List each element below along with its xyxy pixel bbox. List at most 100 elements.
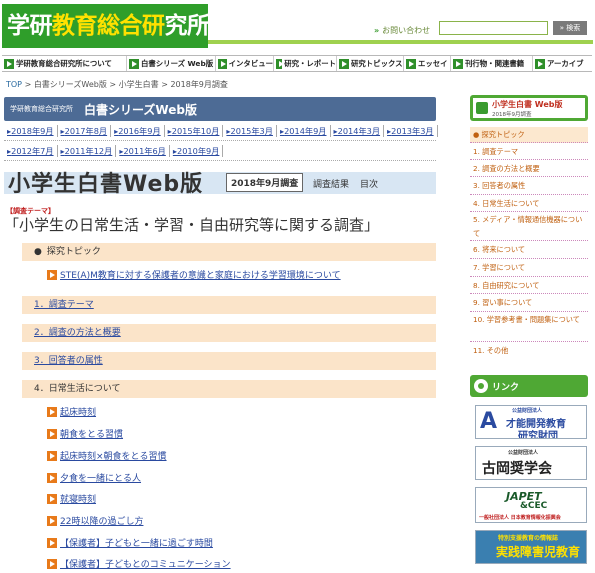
sidebar-item-3[interactable]: 3. 回答者の属性 bbox=[470, 177, 588, 195]
list-item[interactable]: 22時以降の過ごし方 bbox=[47, 514, 143, 527]
banner-sainou[interactable]: 公益財団法人 才能開発教育 研究財団 A bbox=[475, 405, 587, 439]
links-header: リンク bbox=[470, 375, 588, 397]
year-link[interactable]: ▸2012年7月 bbox=[4, 144, 58, 157]
year-links: ▸2018年9月 ▸2017年8月 ▸2016年9月 ▸2015年10月 ▸20… bbox=[4, 121, 438, 161]
sidebar-date: 2018年9月調査 bbox=[492, 112, 532, 118]
nav-label: 白書シリーズ Web版 bbox=[141, 59, 214, 68]
item-label: 夕食を一緒にとる人 bbox=[60, 474, 142, 484]
nav-interview[interactable]: インタビュー bbox=[216, 56, 274, 71]
nav-research-topics[interactable]: 研究トピックス bbox=[337, 56, 404, 71]
sidebar-item-1[interactable]: 1. 調査テーマ bbox=[470, 143, 588, 160]
list-item[interactable]: 就寝時刻 bbox=[47, 492, 96, 505]
search-input[interactable] bbox=[439, 21, 548, 35]
sidebar-item-6[interactable]: 6. 将来について bbox=[470, 241, 588, 259]
sidebar-item-topic[interactable]: ● 探究トピック bbox=[470, 127, 588, 143]
year-link[interactable]: ▸2013年3月 bbox=[384, 124, 438, 137]
banner-japet[interactable]: JAPET &CEC 一般社団法人 日本教育情報化振興会 bbox=[475, 487, 587, 523]
nav-arrow-icon bbox=[4, 58, 14, 69]
sidebar-item-2[interactable]: 2. 調査の方法と概要 bbox=[470, 160, 588, 177]
list-item[interactable]: 【保護者】子どもと一緒に過ごす時間 bbox=[47, 536, 213, 549]
nav-publications[interactable]: 刊行物・関連書籍 bbox=[451, 56, 533, 71]
series-org: 学研教育総合研究所 bbox=[10, 105, 73, 113]
contact-link[interactable]: » お問い合わせ bbox=[374, 25, 430, 36]
sidebar-item-8[interactable]: 8. 自由研究について bbox=[470, 277, 588, 294]
list-item[interactable]: 起床時刻×朝食をとる習慣 bbox=[47, 449, 167, 462]
list-item[interactable]: 【保護者】子どもとのコミュニケーション bbox=[47, 557, 231, 570]
toc-label: 目次 bbox=[360, 180, 379, 190]
sidebar-item-9[interactable]: 9. 習い事について bbox=[470, 294, 588, 312]
section-topic: 探究トピック bbox=[22, 243, 436, 261]
nav-about[interactable]: 学研教育総合研究所について bbox=[2, 56, 127, 71]
breadcrumb-top[interactable]: TOP bbox=[6, 80, 22, 89]
breadcrumb-separator: > bbox=[24, 80, 32, 89]
nav-arrow-icon bbox=[339, 58, 349, 69]
nav-arrow-icon bbox=[406, 58, 416, 69]
year-link[interactable]: ▸2015年10月 bbox=[165, 124, 224, 137]
nav-label: 刊行物・関連書籍 bbox=[465, 59, 525, 68]
page-title: 小学生白書Web版 bbox=[8, 172, 204, 197]
banner-cec-name: &CEC bbox=[520, 501, 548, 511]
banner-furuoka[interactable]: 公益財団法人 古岡奨学会 bbox=[475, 446, 587, 480]
logo-text-3: 研 bbox=[142, 13, 165, 39]
breadcrumb-shogakusei[interactable]: 小学生白書 bbox=[119, 80, 159, 89]
year-link[interactable]: ▸2014年9月 bbox=[277, 124, 331, 137]
link-icon bbox=[474, 379, 488, 393]
item-label: 【保護者】子どもとのコミュニケーション bbox=[60, 560, 231, 570]
section-2[interactable]: 2．調査の方法と概要 bbox=[22, 324, 436, 342]
section-1[interactable]: 1．調査テーマ bbox=[22, 296, 436, 314]
arrow-icon bbox=[47, 515, 57, 526]
breadcrumb-white-paper[interactable]: 白書シリーズWeb版 bbox=[34, 80, 107, 89]
nav-essay[interactable]: エッセイ bbox=[404, 56, 451, 71]
sidebar-item-7[interactable]: 7. 学習について bbox=[470, 259, 588, 277]
nav-archive[interactable]: アーカイブ bbox=[533, 56, 592, 71]
banner-jissen-sub: 特別支援教育の情報誌 bbox=[498, 535, 559, 542]
sidebar-item-4[interactable]: 4. 日常生活について bbox=[470, 195, 588, 212]
book-icon bbox=[476, 102, 488, 114]
nav-label: インタビュー bbox=[228, 59, 273, 68]
logo-text-4: 究所 bbox=[164, 13, 209, 39]
nav-research-report[interactable]: 研究・レポート bbox=[274, 56, 337, 71]
logo-text-2: 教育総合 bbox=[52, 13, 143, 39]
survey-theme: 「小学生の日常生活・学習・自由研究等に関する調査」 bbox=[4, 216, 380, 234]
arrow-icon bbox=[47, 493, 57, 504]
sidebar-item-5[interactable]: 5. メディア・情報通信機器について bbox=[470, 212, 588, 241]
item-label: 起床時刻×朝食をとる習慣 bbox=[60, 452, 167, 462]
nav-arrow-icon bbox=[129, 58, 139, 69]
year-link[interactable]: ▸2010年9月 bbox=[170, 144, 224, 157]
sidebar-item-11[interactable]: 11. その他 bbox=[470, 342, 588, 360]
arrow-icon bbox=[47, 406, 57, 417]
list-item[interactable]: 起床時刻 bbox=[47, 405, 96, 418]
header-accent-bar bbox=[208, 40, 593, 44]
year-link[interactable]: ▸2016年9月 bbox=[111, 124, 165, 137]
arrow-icon bbox=[47, 450, 57, 461]
item-label: 就寝時刻 bbox=[60, 495, 97, 505]
year-link[interactable]: ▸2015年3月 bbox=[223, 124, 277, 137]
nav-label: エッセイ bbox=[418, 59, 448, 68]
banner-jissen[interactable]: 特別支援教育の情報誌 実践障害児教育 bbox=[475, 530, 587, 564]
sidebar-title: 小学生白書 Web版 bbox=[492, 100, 563, 109]
list-item[interactable]: 夕食を一緒にとる人 bbox=[47, 471, 141, 484]
banner-japet-org: 一般社団法人 日本教育情報化振興会 bbox=[479, 515, 561, 521]
year-link[interactable]: ▸2014年3月 bbox=[331, 124, 385, 137]
banner-sainou-line2: 研究財団 bbox=[518, 431, 558, 439]
arrow-icon bbox=[47, 472, 57, 483]
breadcrumb-separator: > bbox=[161, 80, 168, 89]
year-link[interactable]: ▸2017年8月 bbox=[58, 124, 112, 137]
section-3[interactable]: 3．回答者の属性 bbox=[22, 352, 436, 370]
year-row: ▸2012年7月 ▸2011年12月 ▸2011年6月 ▸2010年9月 bbox=[4, 141, 436, 161]
banner-sainou-org: 公益財団法人 bbox=[512, 408, 543, 414]
list-item[interactable]: 朝食をとる習慣 bbox=[47, 427, 123, 440]
links-title: リンク bbox=[492, 383, 520, 393]
search-button[interactable]: » 検索 bbox=[553, 21, 587, 35]
year-link[interactable]: ▸2011年6月 bbox=[116, 144, 170, 157]
nav-arrow-icon bbox=[276, 58, 285, 69]
arrow-icon bbox=[47, 558, 57, 569]
year-link[interactable]: ▸2011年12月 bbox=[58, 144, 117, 157]
arrow-icon bbox=[47, 269, 57, 280]
sidebar-item-10[interactable]: 10. 学習参考書・問題集について bbox=[470, 312, 588, 342]
breadcrumb-current: 2018年9月調査 bbox=[170, 80, 228, 89]
year-link[interactable]: ▸2018年9月 bbox=[4, 124, 58, 137]
site-logo[interactable]: 学研教育総合研究所 bbox=[2, 4, 208, 48]
topic-link[interactable]: STE(A)M教育に対する保護者の意識と家庭における学習環境について bbox=[47, 268, 341, 281]
nav-white-paper[interactable]: 白書シリーズ Web版 bbox=[127, 56, 216, 71]
